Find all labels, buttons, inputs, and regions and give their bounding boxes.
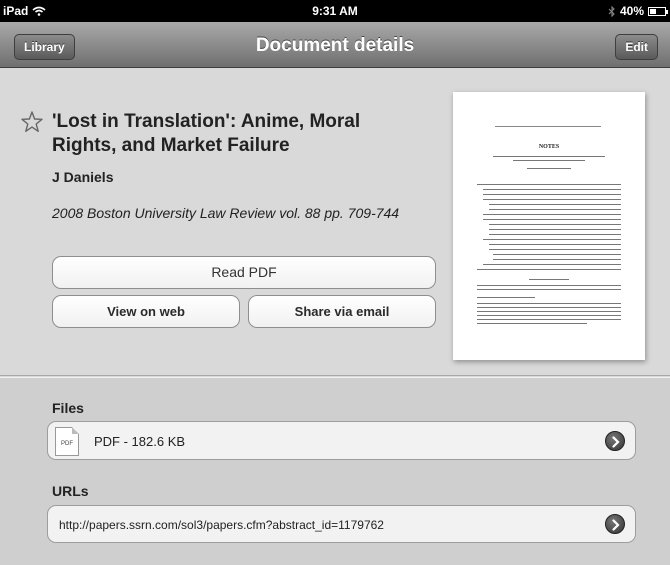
thumbnail-text-line bbox=[489, 249, 621, 250]
thumbnail-heading: NOTES bbox=[538, 144, 560, 150]
thumbnail-text-line bbox=[527, 168, 571, 169]
thumbnail-text-line bbox=[477, 285, 621, 286]
document-source: 2008 Boston University Law Review vol. 8… bbox=[52, 205, 400, 221]
url-text: http://papers.ssrn.com/sol3/papers.cfm?a… bbox=[59, 518, 384, 532]
status-right: 40% bbox=[608, 4, 668, 18]
thumbnail-text-line bbox=[489, 224, 621, 225]
thumbnail-text-line bbox=[483, 189, 621, 190]
thumbnail-text-line bbox=[483, 214, 621, 215]
thumbnail-text-line bbox=[477, 319, 621, 320]
pdf-icon-label: PDF bbox=[61, 441, 73, 447]
thumbnail-text-line bbox=[483, 264, 621, 265]
chevron-right-circle-icon[interactable] bbox=[605, 514, 625, 534]
document-title: 'Lost in Translation': Anime, Moral Righ… bbox=[52, 111, 361, 156]
thumbnail-text-line bbox=[489, 209, 621, 210]
status-bar: iPad 9:31 AM 40% bbox=[0, 0, 670, 22]
chevron-right-circle-icon[interactable] bbox=[605, 431, 625, 451]
thumbnail-text-line bbox=[529, 279, 569, 280]
url-row[interactable]: http://papers.ssrn.com/sol3/papers.cfm?a… bbox=[47, 505, 636, 543]
navigation-bar: Library Document details Edit bbox=[0, 22, 670, 68]
thumbnail-text-line bbox=[477, 184, 621, 185]
battery-percent: 40% bbox=[619, 4, 644, 18]
files-section-label: Files bbox=[52, 400, 84, 416]
thumbnail-text-line bbox=[489, 204, 621, 205]
thumbnail-text-line bbox=[477, 269, 621, 270]
battery-level bbox=[650, 8, 656, 14]
view-on-web-button[interactable]: View on web bbox=[52, 295, 240, 328]
pdf-file-icon: PDF bbox=[55, 427, 79, 456]
thumbnail-text-line bbox=[477, 311, 621, 312]
thumbnail-text-line bbox=[483, 219, 621, 220]
thumbnail-text-line bbox=[477, 315, 621, 316]
thumbnail-text-line bbox=[493, 254, 621, 255]
thumbnail-text-line bbox=[477, 297, 535, 298]
battery-icon bbox=[648, 6, 668, 16]
thumbnail-text-line bbox=[477, 303, 621, 304]
thumbnail-rule bbox=[495, 126, 601, 127]
thumbnail-text-line bbox=[483, 239, 621, 240]
thumbnail-text-line bbox=[477, 307, 621, 308]
bluetooth-icon bbox=[608, 5, 615, 17]
read-pdf-button[interactable]: Read PDF bbox=[52, 256, 436, 289]
thumbnail-text-line bbox=[493, 259, 621, 260]
urls-section-label: URLs bbox=[52, 483, 89, 499]
file-name: PDF - 182.6 KB bbox=[94, 434, 186, 449]
thumbnail-text-line bbox=[489, 244, 621, 245]
thumbnail-text-line bbox=[483, 199, 621, 200]
thumbnail-text-line bbox=[489, 234, 621, 235]
share-via-email-button[interactable]: Share via email bbox=[248, 295, 436, 328]
page-title: Document details bbox=[255, 35, 415, 56]
thumbnail-text-line bbox=[477, 289, 621, 290]
thumbnail-text-line bbox=[477, 323, 587, 324]
thumbnail-text-line bbox=[489, 229, 621, 230]
star-icon[interactable] bbox=[20, 110, 44, 134]
thumbnail-text-line bbox=[493, 156, 605, 157]
thumbnail-text-line bbox=[513, 160, 585, 161]
document-thumbnail[interactable]: NOTES bbox=[453, 92, 645, 360]
thumbnail-text-line bbox=[483, 194, 621, 195]
edit-button[interactable]: Edit bbox=[615, 34, 658, 60]
file-row-pdf[interactable]: PDF PDF - 182.6 KB bbox=[47, 421, 636, 460]
document-author: J Daniels bbox=[52, 169, 114, 185]
status-time: 9:31 AM bbox=[312, 4, 358, 18]
